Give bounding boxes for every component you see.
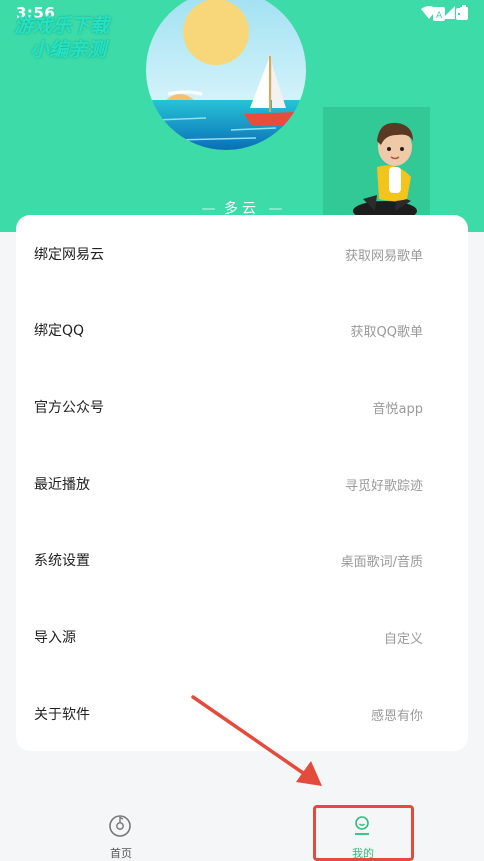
menu-item-label: 官方公众号 xyxy=(34,400,104,416)
menu-item-import-source[interactable]: 导入源 自定义 xyxy=(16,599,468,675)
menu-item-desc: 感恩有你 xyxy=(370,708,423,724)
menu-item-desc: 音悦app xyxy=(372,401,423,417)
menu-item-label: 绑定网易云 xyxy=(34,247,104,263)
menu-item-desc: 获取QQ歌单 xyxy=(350,324,423,340)
annotation-highlight-box xyxy=(313,805,414,861)
watermark-line-2: 小编亲测 xyxy=(30,39,107,61)
signal-icon xyxy=(442,6,456,19)
menu-item-desc: 寻觅好歌踪迹 xyxy=(344,478,423,494)
sun-icon xyxy=(183,0,249,65)
watermark-line-1: 游戏乐下载 xyxy=(14,15,110,37)
menu-item-bind-qq[interactable]: 绑定QQ 获取QQ歌单 xyxy=(16,292,468,368)
menu-item-about[interactable]: 关于软件 感恩有你 xyxy=(16,676,468,752)
menu-item-label: 最近播放 xyxy=(34,477,90,493)
user-avatar[interactable] xyxy=(323,107,430,224)
settings-card: 绑定网易云 获取网易歌单 绑定QQ 获取QQ歌单 官方公众号 音悦app 最近播… xyxy=(16,215,468,751)
music-disc-icon xyxy=(109,815,131,837)
menu-item-desc: 桌面歌词/音质 xyxy=(340,554,423,570)
battery-icon xyxy=(460,5,468,19)
status-icons-right xyxy=(421,5,468,23)
menu-item-official-account[interactable]: 官方公众号 音悦app xyxy=(16,369,468,445)
tab-home-label: 首页 xyxy=(110,847,132,860)
menu-item-recent-play[interactable]: 最近播放 寻觅好歌踪迹 xyxy=(16,446,468,522)
avatar-icon xyxy=(353,122,417,221)
menu-item-label: 关于软件 xyxy=(34,707,90,723)
menu-item-system-settings[interactable]: 系统设置 桌面歌词/音质 xyxy=(16,522,468,598)
wifi-icon xyxy=(421,6,438,19)
menu-item-desc: 获取网易歌单 xyxy=(344,248,423,264)
watermark: 游戏乐下载 小编亲测 xyxy=(14,14,164,62)
menu-item-label: 系统设置 xyxy=(34,553,90,569)
menu-item-label: 导入源 xyxy=(34,630,76,646)
tab-home[interactable]: 首页 xyxy=(0,790,242,860)
menu-item-label: 绑定QQ xyxy=(34,323,85,339)
menu-item-desc: 自定义 xyxy=(383,631,423,647)
menu-item-bind-netease[interactable]: 绑定网易云 获取网易歌单 xyxy=(16,216,468,292)
